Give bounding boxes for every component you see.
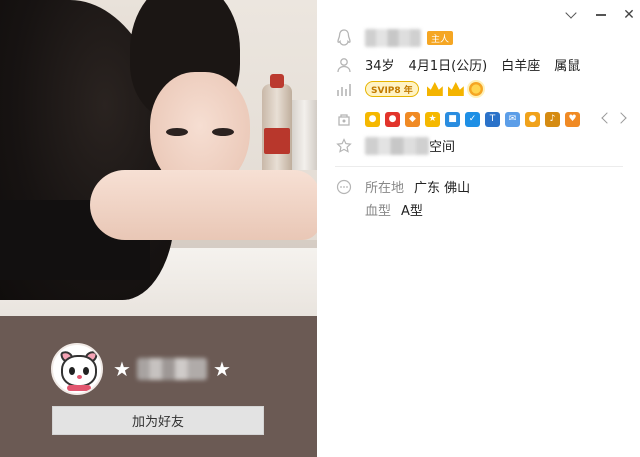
qq-number-redacted	[365, 29, 421, 47]
pet-icon[interactable]: ●	[525, 111, 540, 127]
minimize-icon	[596, 14, 606, 16]
profile-cover-photo	[0, 0, 317, 316]
location-label: 所在地	[365, 181, 405, 196]
level-chart-icon	[335, 80, 353, 98]
person-icon	[335, 56, 353, 74]
security-icon[interactable]: T	[485, 111, 500, 127]
constellation: 白羊座	[501, 59, 541, 74]
star-icon[interactable]: ★	[425, 111, 440, 127]
location-value: 广东 佛山	[414, 181, 471, 196]
camera-icon[interactable]: ■	[445, 111, 460, 127]
birthday: 4月1日(公历)	[408, 59, 488, 74]
game-icon[interactable]: ◆	[405, 111, 420, 127]
next-arrow-icon[interactable]	[615, 112, 627, 124]
sun-icon[interactable]	[468, 82, 483, 96]
profile-card-left: ★ ★ 加为好友	[0, 0, 317, 457]
qq-penguin-icon[interactable]: ●	[365, 111, 380, 127]
qq-number-row: 主人	[335, 29, 454, 47]
minimize-button[interactable]	[592, 6, 610, 24]
service-icons-row: ● ● ◆ ★ ■ ✓ T ✉ ● ♪ ♥	[335, 110, 585, 128]
nickname: ★ ★	[113, 358, 231, 380]
music-icon[interactable]: ♪	[545, 111, 560, 127]
personal-info-row: 34岁 4月1日(公历) 白羊座 属鼠	[335, 55, 594, 74]
services-icon	[335, 110, 353, 128]
blood-type-row: 血型 A型	[365, 200, 423, 219]
nickname-redacted	[136, 358, 207, 380]
profile-card-right: ✕ 主人 34岁 4月1日(公历) 白羊座 属鼠 SVIP8 年 ● ● ◆ ★ ■ ✓ T…	[317, 0, 640, 457]
svip-badge[interactable]: SVIP8 年	[365, 81, 419, 97]
zodiac: 属鼠	[554, 59, 581, 74]
avatar[interactable]	[51, 343, 103, 395]
location-row: 所在地 广东 佛山	[335, 177, 470, 196]
close-button[interactable]: ✕	[620, 6, 638, 24]
penguin-outline-icon	[335, 29, 353, 47]
chevron-down-icon	[565, 7, 577, 19]
blood-type-value: A型	[401, 204, 423, 219]
close-icon: ✕	[623, 7, 635, 23]
age: 34岁	[365, 59, 395, 74]
star-outline-icon	[335, 137, 353, 155]
level-row: SVIP8 年	[335, 80, 483, 98]
vip-shield-icon[interactable]: ♥	[565, 111, 580, 127]
qzone-row[interactable]: 空间	[335, 136, 455, 155]
blood-type-label: 血型	[365, 204, 392, 219]
divider	[335, 166, 623, 167]
more-circle-icon	[335, 178, 353, 196]
qzone-label[interactable]: 空间	[429, 136, 455, 155]
dropdown-button[interactable]	[562, 6, 580, 24]
red-penguin-icon[interactable]: ●	[385, 111, 400, 127]
owner-badge: 主人	[427, 31, 454, 45]
add-friend-button[interactable]: 加为好友	[52, 406, 264, 435]
mail-icon[interactable]: ✉	[505, 111, 520, 127]
crown-icon[interactable]	[426, 82, 443, 96]
qzone-name-redacted	[365, 136, 429, 155]
star-icon: ★	[212, 357, 231, 381]
shield-icon[interactable]: ✓	[465, 111, 480, 127]
prev-arrow-icon[interactable]	[601, 112, 613, 124]
crown-icon[interactable]	[447, 82, 464, 96]
star-icon: ★	[113, 357, 131, 381]
profile-identity: ★ ★	[51, 343, 231, 395]
